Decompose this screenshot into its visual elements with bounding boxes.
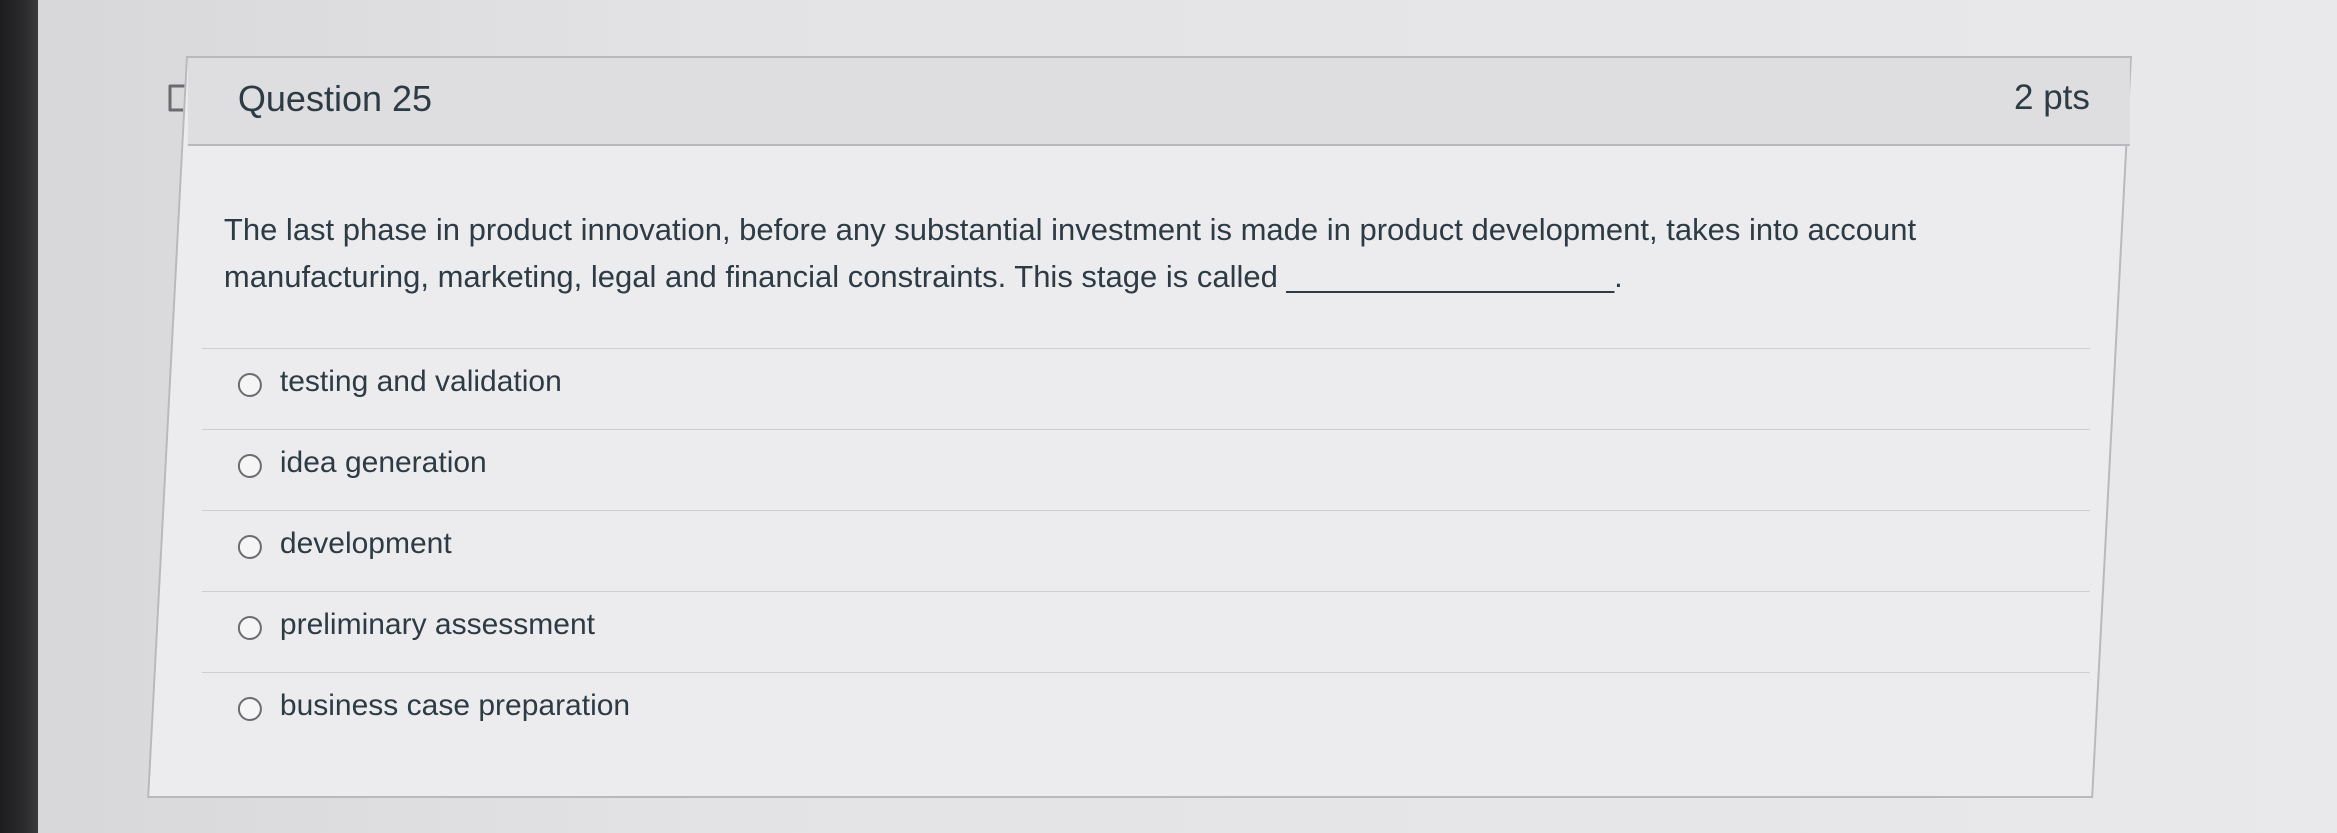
radio-button[interactable] [237, 697, 262, 721]
answer-option[interactable]: preliminary assessment [201, 591, 2090, 672]
radio-button[interactable] [237, 454, 262, 478]
question-text: The last phase in product innovation, be… [223, 212, 1917, 294]
radio-button[interactable] [237, 616, 262, 640]
radio-button[interactable] [237, 373, 262, 397]
answer-option[interactable]: development [201, 510, 2090, 591]
answer-label[interactable]: idea generation [280, 446, 487, 480]
radio-button[interactable] [237, 535, 262, 559]
answer-label[interactable]: business case preparation [280, 689, 630, 723]
answer-label[interactable]: testing and validation [280, 365, 562, 399]
question-title: Question 25 [237, 78, 433, 119]
answer-option[interactable]: testing and validation [201, 348, 2090, 429]
answer-option[interactable]: business case preparation [201, 672, 2090, 753]
question-header: Question 25 2 pts [187, 58, 2130, 146]
answer-option[interactable]: idea generation [201, 429, 2090, 510]
answer-label[interactable]: development [280, 527, 452, 561]
question-points: 2 pts [2014, 78, 2090, 117]
answer-label[interactable]: preliminary assessment [280, 608, 595, 642]
screen-bezel [0, 0, 38, 833]
answer-list: testing and validation idea generation d… [188, 348, 2130, 753]
question-card: Question 25 2 pts The last phase in prod… [147, 56, 2133, 798]
